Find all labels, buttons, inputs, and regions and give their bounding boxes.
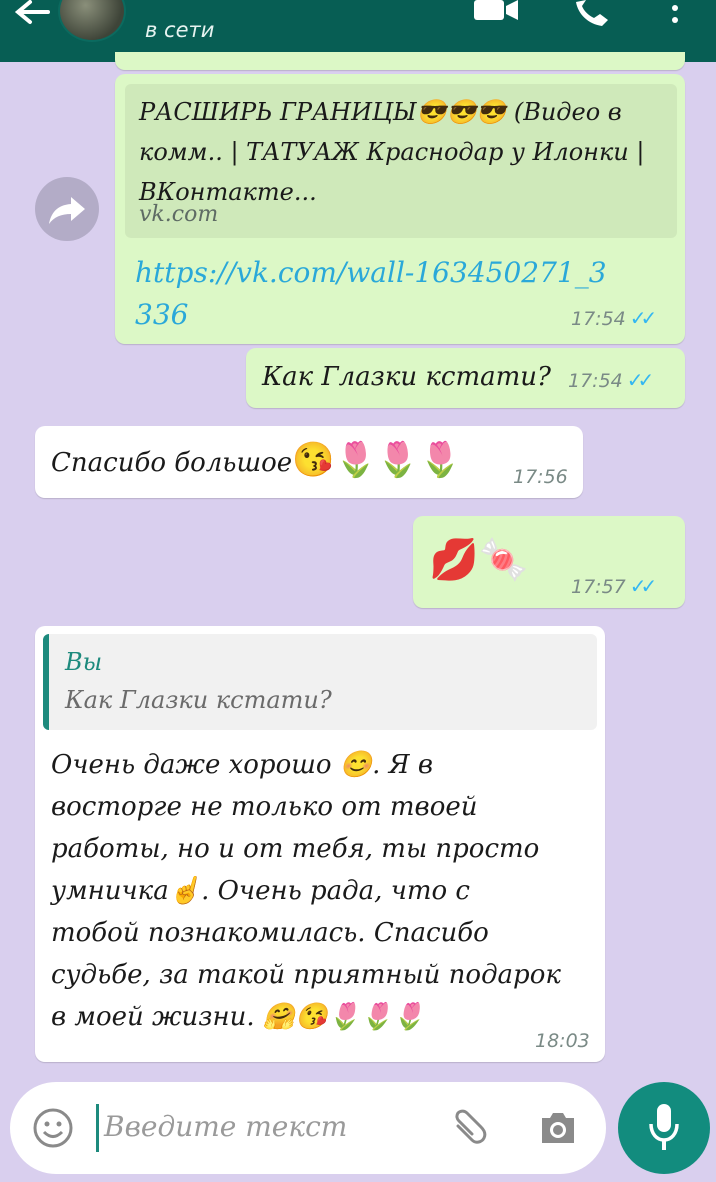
message-link[interactable]: https://vk.com/wall-163450271_3336: [135, 252, 615, 336]
message-line: в моей жизни. 🤗😘🌷🌷🌷: [51, 1002, 425, 1032]
thanks-message-bubble[interactable]: Спасибо большое😘🌷🌷🌷 17:56: [35, 426, 583, 498]
message-line: работы, но и от тебя, ты просто: [51, 834, 540, 864]
time-label: 17:54: [568, 370, 623, 392]
message-text-part: Спасибо большое: [51, 448, 293, 478]
message-line: судьбе, за такой приятный подарок: [51, 960, 561, 990]
message-text: Очень даже хорошо 😊. Я в восторге не тол…: [51, 744, 596, 1038]
phone-icon[interactable]: [572, 0, 614, 28]
message-timestamp: 17:57 ✓✓: [571, 574, 657, 598]
video-call-icon[interactable]: [472, 0, 520, 22]
read-ticks-icon: ✓✓: [629, 574, 657, 598]
quote-text: Как Глазки кстати?: [65, 686, 332, 714]
voice-record-button[interactable]: [618, 1082, 710, 1174]
time-label: 17:57: [571, 576, 626, 598]
message-text: Как Глазки кстати?: [262, 362, 551, 392]
time-label: 17:54: [571, 308, 626, 330]
question-message-bubble[interactable]: Как Глазки кстати? 17:54 ✓✓: [246, 348, 685, 408]
message-text: Спасибо большое😘🌷🌷🌷: [51, 440, 461, 484]
message-line: Очень даже хорошо 😊. Я в: [51, 750, 434, 780]
message-line: тобой познакомилась. Спасибо: [51, 918, 489, 948]
microphone-icon: [649, 1104, 679, 1150]
forward-icon: [49, 197, 85, 224]
quote-author: Вы: [65, 648, 103, 676]
message-timestamp: 17:54 ✓✓: [571, 306, 657, 330]
more-vert-icon[interactable]: [668, 4, 682, 26]
contact-status: в сети: [145, 18, 215, 42]
paperclip-icon[interactable]: [450, 1108, 492, 1148]
message-line: умничка☝. Очень рада, что с: [51, 876, 470, 906]
avatar[interactable]: [58, 0, 126, 42]
camera-icon[interactable]: [538, 1110, 578, 1146]
message-timestamp: 17:54 ✓✓: [568, 368, 654, 392]
message-timestamp: 17:56: [513, 466, 568, 488]
previous-message-edge: [115, 52, 685, 70]
link-preview-domain: vk.com: [139, 202, 219, 227]
text-cursor: [96, 1104, 99, 1152]
read-ticks-icon: ✓✓: [629, 306, 657, 330]
link-preview[interactable]: РАСШИРЬ ГРАНИЦЫ😎😎😎 (Видео в комм.. | ТАТ…: [125, 84, 677, 238]
message-emojis: 💋🍬: [429, 537, 529, 583]
message-line: восторге не только от твоей: [51, 792, 478, 822]
forward-button[interactable]: [35, 177, 99, 241]
quoted-message[interactable]: Вы Как Глазки кстати?: [43, 634, 597, 730]
emoji-message-bubble[interactable]: 💋🍬 17:57 ✓✓: [413, 516, 685, 608]
message-emojis: 😘🌷🌷🌷: [292, 440, 462, 480]
read-ticks-icon: ✓✓: [626, 368, 654, 392]
emoji-icon[interactable]: [32, 1107, 74, 1149]
message-input[interactable]: Введите текст: [104, 1110, 347, 1143]
link-preview-title: РАСШИРЬ ГРАНИЦЫ😎😎😎 (Видео в комм.. | ТАТ…: [139, 98, 645, 206]
message-input-bar: Введите текст: [10, 1082, 606, 1174]
message-timestamp: 18:03: [535, 1030, 590, 1052]
back-arrow-icon[interactable]: [12, 0, 50, 30]
link-message-bubble[interactable]: РАСШИРЬ ГРАНИЦЫ😎😎😎 (Видео в комм.. | ТАТ…: [115, 74, 685, 344]
reply-message-bubble[interactable]: Вы Как Глазки кстати? Очень даже хорошо …: [35, 626, 605, 1062]
